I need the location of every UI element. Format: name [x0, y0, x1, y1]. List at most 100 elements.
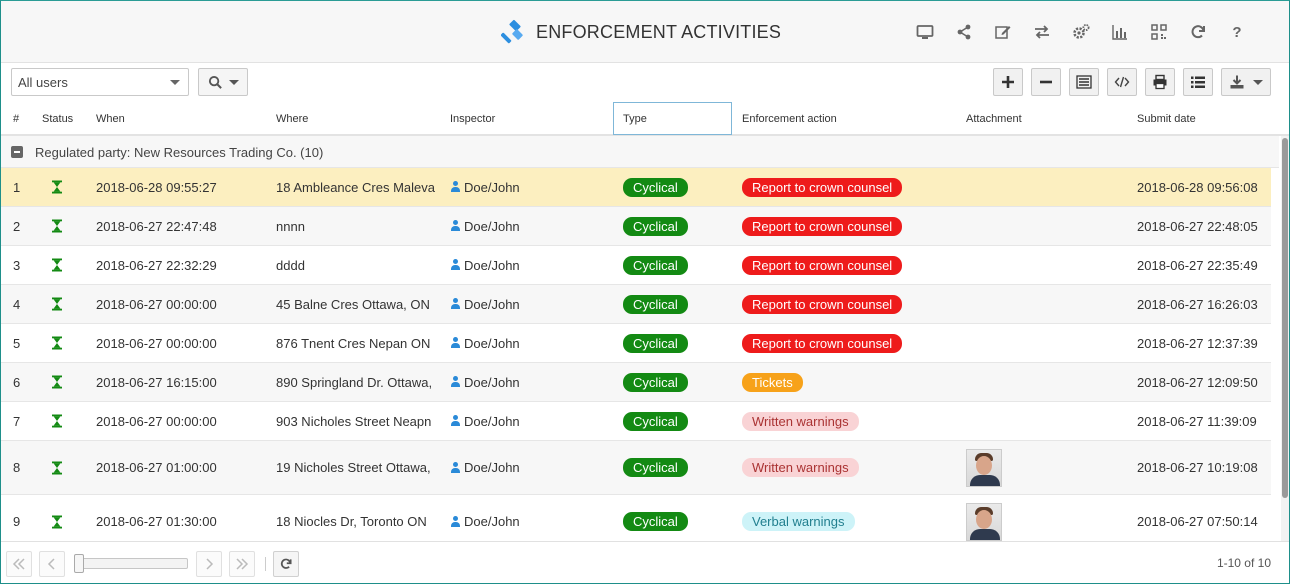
- inspector-cell: Doe/John: [450, 495, 520, 541]
- type-badge: Cyclical: [623, 255, 688, 275]
- action-badge: Report to crown counsel: [742, 177, 903, 197]
- user-icon: [450, 220, 461, 232]
- col-submit-date[interactable]: Submit date: [1137, 102, 1196, 135]
- print-icon: [1153, 74, 1167, 90]
- table-row[interactable]: 4 2018-06-27 00:00:00 45 Balne Cres Ottaw…: [1, 285, 1271, 324]
- code-button[interactable]: [1107, 68, 1137, 96]
- last-page-button[interactable]: [229, 551, 255, 577]
- type-cell: Cyclical: [623, 246, 688, 284]
- where-cell: 18 Niocles Dr, Toronto ON: [276, 514, 427, 529]
- when-cell: 2018-06-27 01:00:00: [96, 460, 217, 475]
- columns-button[interactable]: [1069, 68, 1099, 96]
- col-where[interactable]: Where: [276, 102, 308, 135]
- chart-icon[interactable]: [1110, 22, 1130, 42]
- help-icon[interactable]: ?: [1227, 22, 1247, 42]
- collapse-icon[interactable]: [11, 146, 23, 158]
- col-status[interactable]: Status: [42, 102, 73, 135]
- when-cell: 2018-06-27 00:00:00: [96, 413, 217, 429]
- record-count: 1-10 of 10: [1216, 556, 1271, 570]
- settings-icon[interactable]: [1071, 22, 1091, 42]
- edit-icon[interactable]: [993, 22, 1013, 42]
- remove-button[interactable]: [1031, 68, 1061, 96]
- inspector-name: Doe/John: [464, 413, 520, 429]
- double-chevron-right-icon: [236, 558, 249, 570]
- download-button[interactable]: [1221, 68, 1271, 96]
- table-row[interactable]: 6 2018-06-27 16:15:00 890 Springland Dr. …: [1, 363, 1271, 402]
- col-number[interactable]: #: [13, 102, 19, 135]
- inspector-name: Doe/John: [464, 179, 520, 195]
- hourglass-icon: [52, 219, 62, 233]
- group-row[interactable]: Regulated party: New Resources Trading C…: [1, 136, 1279, 168]
- type-cell: Cyclical: [623, 402, 688, 440]
- action-cell: Written warnings: [742, 441, 859, 494]
- prev-page-button[interactable]: [39, 551, 65, 577]
- toolbar: All users: [1, 63, 1289, 101]
- type-badge: Cyclical: [623, 333, 688, 353]
- swap-icon[interactable]: [1032, 22, 1052, 42]
- type-badge: Cyclical: [623, 458, 688, 477]
- type-cell: Cyclical: [623, 495, 688, 541]
- action-badge: Tickets: [742, 372, 803, 392]
- page-slider[interactable]: [74, 558, 188, 569]
- status-cell: [51, 207, 63, 245]
- user-icon: [450, 376, 461, 388]
- scrollbar-thumb[interactable]: [1282, 138, 1288, 498]
- submit-date-cell: 2018-06-27 22:35:49: [1137, 257, 1258, 273]
- when-cell: 2018-06-27 01:30:00: [96, 514, 217, 529]
- col-enforcement-action[interactable]: Enforcement action: [742, 102, 837, 135]
- inspector-cell: Doe/John: [450, 285, 520, 323]
- code-icon: [1114, 76, 1130, 88]
- attachment-cell: [966, 495, 1002, 541]
- monitor-icon[interactable]: [915, 22, 935, 42]
- table-row[interactable]: 2 2018-06-27 22:47:48 nnnn Doe/John Cyclica…: [1, 207, 1271, 246]
- columns-icon: [1076, 75, 1092, 89]
- table-row[interactable]: 9 2018-06-27 01:30:00 18 Niocles Dr, Toro…: [1, 495, 1271, 541]
- vertical-scrollbar[interactable]: [1281, 136, 1289, 541]
- type-badge: Cyclical: [623, 177, 688, 197]
- inspector-cell: Doe/John: [450, 207, 520, 245]
- share-icon[interactable]: [954, 22, 974, 42]
- status-cell: [51, 402, 63, 440]
- next-page-button[interactable]: [196, 551, 222, 577]
- table-row[interactable]: 1 2018-06-28 09:55:27 18 Ambleance Cres M…: [1, 168, 1271, 207]
- status-cell: [51, 285, 63, 323]
- search-icon: [208, 75, 222, 89]
- col-type[interactable]: Type: [613, 102, 732, 135]
- print-button[interactable]: [1145, 68, 1175, 96]
- table-row[interactable]: 5 2018-06-27 00:00:00 876 Tnent Cres Nepa…: [1, 324, 1271, 363]
- reload-button[interactable]: [273, 551, 299, 577]
- add-button[interactable]: [993, 68, 1023, 96]
- user-filter-select[interactable]: All users: [11, 68, 189, 96]
- action-badge: Written warnings: [742, 411, 859, 431]
- inspector-cell: Doe/John: [450, 402, 520, 440]
- divider: [265, 557, 266, 571]
- double-chevron-left-icon: [12, 558, 25, 570]
- slider-handle[interactable]: [74, 554, 84, 573]
- search-button[interactable]: [198, 68, 248, 96]
- row-number: 6: [13, 374, 21, 390]
- list-view-button[interactable]: [1183, 68, 1213, 96]
- action-cell: Report to crown counsel: [742, 285, 903, 323]
- status-cell: [51, 324, 63, 362]
- refresh-icon[interactable]: [1188, 22, 1208, 42]
- table-row[interactable]: 3 2018-06-27 22:32:29 dddd Doe/John Cyclica…: [1, 246, 1271, 285]
- col-attachment[interactable]: Attachment: [966, 102, 1022, 135]
- status-cell: [51, 246, 63, 284]
- col-inspector[interactable]: Inspector: [450, 102, 495, 135]
- attachment-thumbnail[interactable]: [966, 502, 1002, 541]
- qr-icon[interactable]: [1149, 22, 1169, 42]
- table-row[interactable]: 8 2018-06-27 01:00:00 19 Nicholes Street …: [1, 441, 1271, 495]
- chevron-down-icon: [228, 79, 239, 85]
- row-number: 3: [13, 257, 21, 273]
- col-when[interactable]: When: [96, 102, 125, 135]
- submit-date-cell: 2018-06-28 09:56:08: [1137, 179, 1258, 195]
- first-page-button[interactable]: [6, 551, 32, 577]
- app-window: ENFORCEMENT ACTIVITIES ? All users # Sta…: [0, 0, 1290, 584]
- gavel-icon: [501, 19, 523, 44]
- action-badge: Verbal warnings: [742, 512, 855, 531]
- user-icon: [450, 461, 461, 474]
- where-cell: 903 Nicholes Street Neapn: [276, 413, 432, 429]
- attachment-thumbnail[interactable]: [966, 448, 1002, 487]
- table-row[interactable]: 7 2018-06-27 00:00:00 903 Nicholes Street…: [1, 402, 1271, 441]
- chevron-left-icon: [47, 558, 55, 570]
